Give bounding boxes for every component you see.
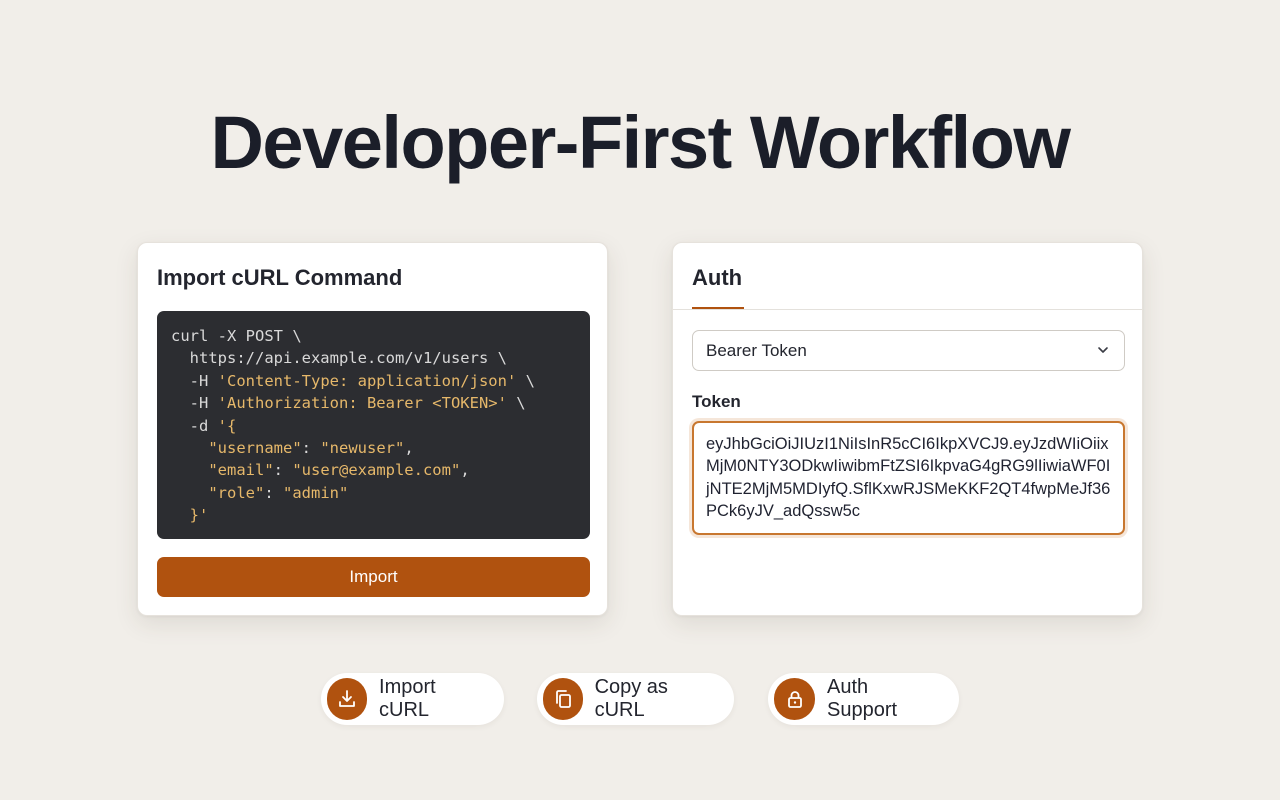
curl-code-editor[interactable]: curl -X POST \ https://api.example.com/v… (157, 311, 590, 539)
code-token: : (273, 461, 293, 480)
code-token: -H (171, 394, 218, 413)
code-line: curl -X POST \ (171, 325, 590, 347)
code-string-token: 'Authorization: Bearer <TOKEN>' (217, 394, 507, 413)
feature-label: Import cURL (379, 676, 436, 721)
import-card-heading: Import cURL Command (157, 265, 403, 290)
code-string-token: "admin" (283, 483, 349, 502)
code-token: curl -X POST \ (171, 327, 302, 345)
code-string-token: "email" (171, 461, 274, 480)
tab-auth[interactable]: Auth (692, 265, 744, 310)
code-token: https://api.example.com/v1/users \ (171, 349, 507, 368)
page-title: Developer-First Workflow (210, 101, 1071, 184)
feature-label: Copy as cURL (594, 676, 668, 721)
code-string-token: "newuser" (320, 438, 405, 457)
feature-pill-import-curl: Import cURL (321, 673, 504, 725)
tab-divider (673, 309, 1142, 310)
code-line: "username": "newuser", (171, 437, 590, 459)
code-string-token: 'Content-Type: application/json' (217, 371, 517, 390)
code-token: \ (506, 394, 526, 413)
feature-label: Auth Support (827, 676, 898, 721)
code-line: -H 'Authorization: Bearer <TOKEN>' \ (171, 392, 590, 414)
code-string-token: "user@example.com" (292, 461, 461, 480)
code-line: -d '{ (171, 415, 590, 437)
code-token: , (460, 461, 470, 480)
token-input[interactable]: eyJhbGciOiJIUzI1NiIsInR5cCI6IkpXVCJ9.eyJ… (692, 421, 1125, 535)
code-token: , (404, 438, 414, 457)
auth-card: Auth Bearer Token Token eyJhbGciOiJIUzI1… (672, 242, 1143, 616)
code-token: -H (171, 371, 218, 390)
chevron-down-icon (1098, 347, 1108, 353)
token-label: Token (692, 392, 741, 411)
feature-pill-copy-curl: Copy as cURL (537, 673, 734, 725)
code-token: -d (171, 416, 218, 435)
code-string-token: "role" (171, 483, 265, 502)
auth-type-value: Bearer Token (706, 340, 807, 360)
code-line: -H 'Content-Type: application/json' \ (171, 370, 590, 392)
code-token: : (301, 438, 321, 457)
code-token: : (264, 483, 283, 502)
lock-icon (774, 678, 816, 720)
import-curl-card: Import cURL Command curl -X POST \ https… (137, 242, 608, 616)
code-line: }' (171, 504, 590, 526)
code-line: https://api.example.com/v1/users \ (171, 347, 590, 369)
import-button[interactable]: Import (157, 557, 590, 597)
code-line: "role": "admin" (171, 482, 590, 504)
download-icon (327, 678, 368, 720)
code-line: "email": "user@example.com", (171, 459, 590, 481)
copy-icon (543, 678, 583, 720)
code-token: \ (516, 371, 535, 390)
code-string-token: '{ (217, 416, 237, 435)
code-string-token: "username" (171, 438, 302, 457)
feature-pill-auth-support: Auth Support (768, 673, 959, 725)
auth-type-select[interactable]: Bearer Token (692, 330, 1125, 371)
code-string-token: }' (171, 506, 209, 525)
